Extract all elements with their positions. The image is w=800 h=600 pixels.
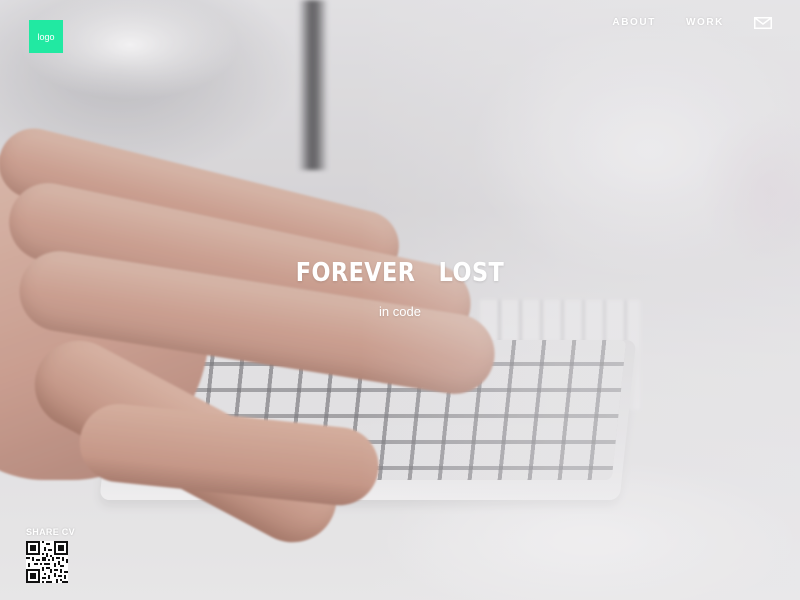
qr-code-icon[interactable] bbox=[26, 541, 68, 583]
page-title: FOREVER LOST bbox=[295, 258, 505, 288]
mail-icon[interactable] bbox=[754, 16, 772, 29]
page-subtitle: in code bbox=[379, 304, 421, 319]
main-nav: ABOUT WORK bbox=[612, 16, 772, 29]
share-cv-label: SHARE CV bbox=[26, 527, 75, 537]
logo-link[interactable]: logo bbox=[29, 20, 63, 53]
logo-text: logo bbox=[37, 31, 55, 42]
nav-about-link[interactable]: ABOUT bbox=[612, 17, 656, 28]
share-cv: SHARE CV bbox=[26, 527, 75, 583]
hero-text: FOREVER LOST in code bbox=[0, 258, 800, 319]
nav-work-link[interactable]: WORK bbox=[686, 17, 724, 28]
